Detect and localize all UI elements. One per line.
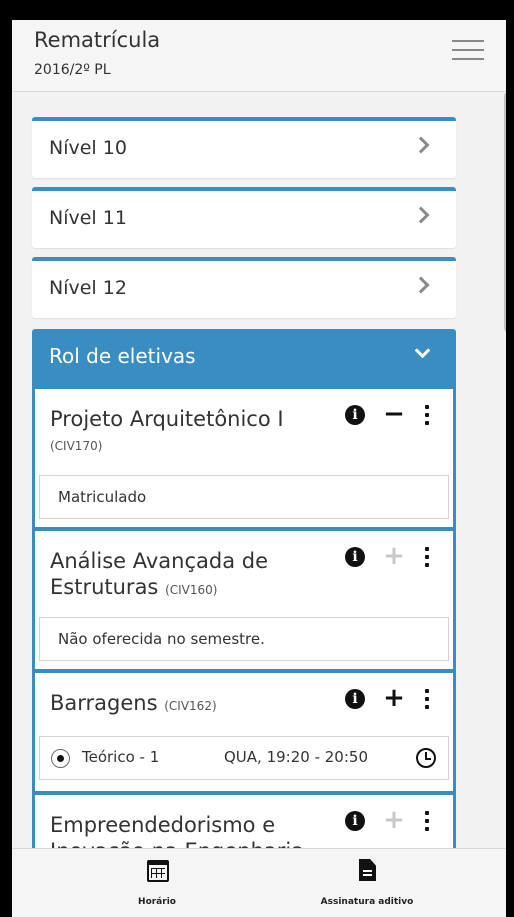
course-name: Análise Avançada de Estruturas (CIV160) [50,549,269,599]
course-card: Barragens (CIV162) i + Teórico - 1 QUA, … [35,673,453,791]
electives-title: Rol de eletivas [49,344,196,368]
calendar-icon [147,860,169,882]
hamburger-menu-icon[interactable] [452,40,484,62]
class-schedule: QUA, 19:20 - 20:50 [224,748,368,766]
level-label: Nível 11 [49,207,127,229]
info-icon[interactable]: i [345,689,365,709]
chevron-right-icon [412,136,430,154]
course-name: Barragens (CIV162) [50,691,217,715]
electives-header[interactable]: Rol de eletivas [32,329,456,385]
course-code: (CIV160) [165,583,218,597]
level-label: Nível 12 [49,277,127,299]
scrollbar[interactable] [504,92,506,332]
app-screen: Rematrícula 2016/2º PL Nível 10 Nível 11… [12,20,506,917]
course-actions: i + [345,685,445,713]
course-actions: i − [345,401,445,429]
electives-panel: Rol de eletivas Projeto Arquitetônico I … [32,329,456,875]
course-name: Projeto Arquitetônico I [50,407,284,431]
document-icon [359,859,376,881]
plus-icon: + [383,541,405,571]
course-code: (CIV162) [164,699,217,713]
info-icon[interactable]: i [345,547,365,567]
class-label: Teórico - 1 [82,748,160,766]
more-vertical-icon[interactable] [422,547,432,569]
more-vertical-icon[interactable] [422,405,432,427]
chevron-right-icon [412,206,430,224]
more-vertical-icon[interactable] [422,689,432,711]
class-option-row[interactable]: Teórico - 1 QUA, 19:20 - 20:50 [39,736,449,780]
clock-icon[interactable] [416,748,436,768]
course-actions: i + [345,543,445,571]
plus-icon[interactable]: + [383,685,405,711]
level-card-12[interactable]: Nível 12 [32,257,456,318]
info-icon[interactable]: i [345,405,365,425]
info-icon[interactable]: i [345,811,365,831]
main-content: Nível 10 Nível 11 Nível 12 Rol de eletiv… [32,117,456,875]
app-header: Rematrícula 2016/2º PL [12,20,506,92]
course-actions: i + [345,807,445,835]
nav-schedule[interactable]: Horário [67,849,247,917]
course-card: Análise Avançada de Estruturas (CIV160) … [35,531,453,669]
nav-label: Assinatura aditivo [320,897,414,907]
more-vertical-icon[interactable] [422,811,432,833]
course-card: Projeto Arquitetônico I (CIV170) i − Mat… [35,389,453,527]
class-radio[interactable] [51,749,70,768]
page-subtitle: 2016/2º PL [34,62,111,78]
bottom-navigation: Horário Assinatura aditivo [12,848,506,917]
nav-label: Horário [138,897,176,907]
status-message: Não oferecida no semestre. [39,617,449,661]
plus-icon: + [383,805,405,835]
course-code: (CIV170) [50,439,103,453]
chevron-down-icon [414,342,431,359]
nav-addendum[interactable]: Assinatura aditivo [277,849,457,917]
status-message: Matriculado [39,475,449,519]
level-label: Nível 10 [49,137,127,159]
page-title: Rematrícula [34,28,161,52]
chevron-right-icon [412,276,430,294]
level-card-10[interactable]: Nível 10 [32,117,456,178]
minus-icon[interactable]: − [383,401,405,427]
level-card-11[interactable]: Nível 11 [32,187,456,248]
